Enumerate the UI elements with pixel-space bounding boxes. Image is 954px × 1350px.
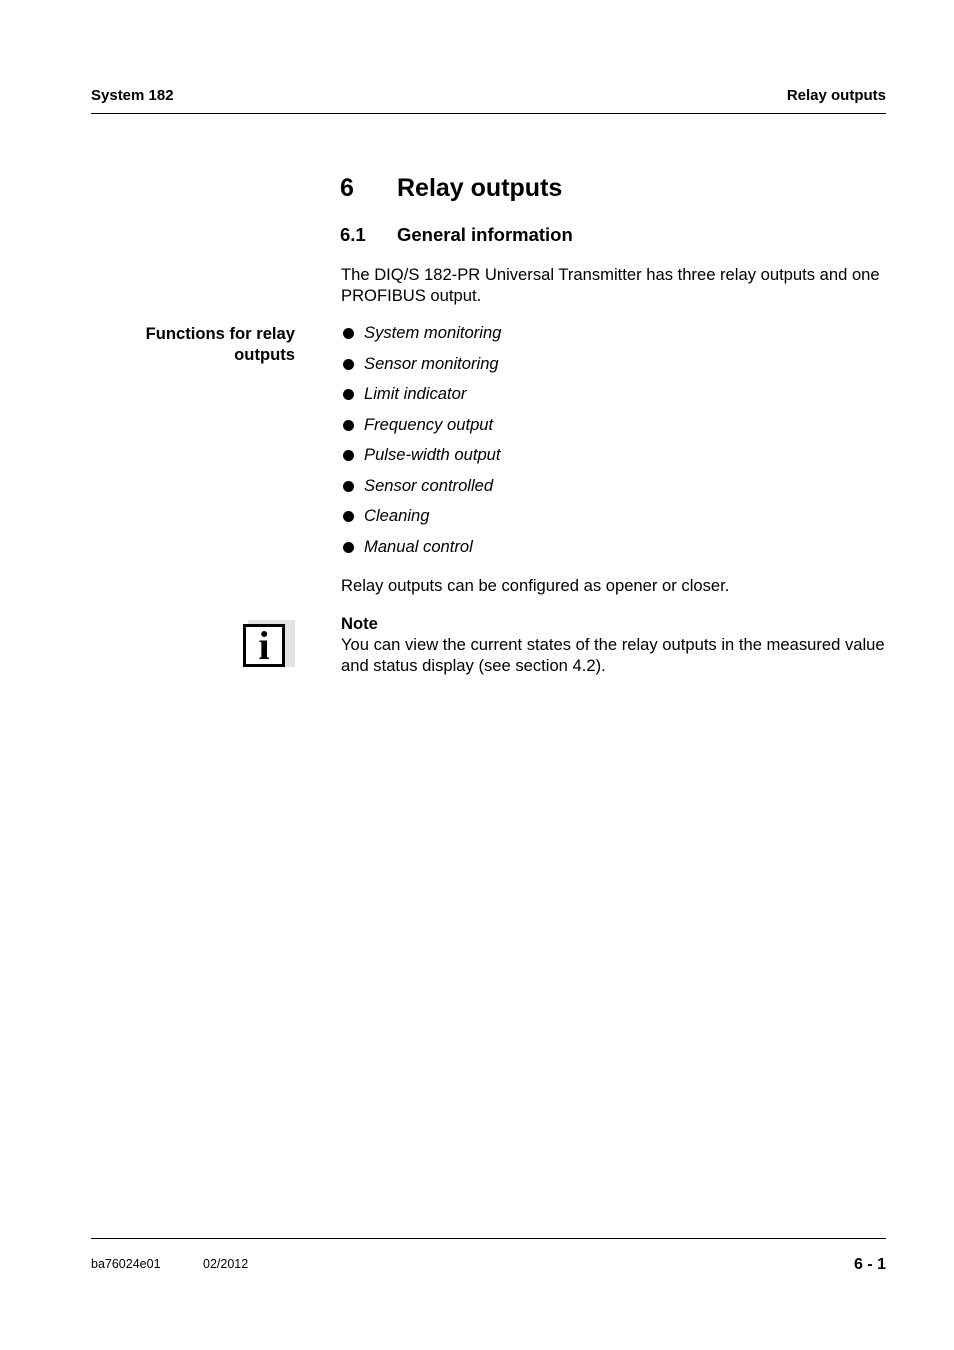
section-number: 6.1 [340,224,366,245]
bullet-icon [343,511,354,522]
intro-paragraph: The DIQ/S 182-PR Universal Transmitter h… [341,265,880,305]
footer-document-code: ba76024e01 [91,1257,161,1271]
bullet-icon [343,419,354,431]
list-item-text: Sensor controlled [364,475,494,495]
functions-margin-label: Functions for relay outputs [145,324,295,364]
list-item-text: Manual control [364,536,473,556]
list-item: Frequency output [341,414,501,445]
bullet-icon [343,450,354,461]
list-item-text: Sensor monitoring [364,353,499,373]
info-icon-glyph: i [243,624,285,667]
list-item-text: System monitoring [364,323,502,342]
footer-date: 02/2012 [203,1257,249,1271]
list-item-text: Pulse-width output [364,445,501,464]
bullet-icon [343,328,354,339]
closing-paragraph: Relay outputs can be configured as opene… [341,576,730,595]
footer-page-number: 6 - 1 [853,1256,886,1273]
note-title: Note [341,614,378,633]
chapter-heading: 6 Relay outputs [340,174,562,203]
chapter-title: Relay outputs [397,174,563,202]
bullet-icon [343,389,354,400]
section-heading: 6.1 General information [340,224,573,246]
list-item: Sensor monitoring [341,353,501,384]
header-chapter-title: Relay outputs [786,87,886,104]
list-item: System monitoring [341,322,501,353]
header-divider [91,113,886,114]
note-body: You can view the current states of the r… [341,635,885,675]
list-item-text: Cleaning [364,506,430,525]
bullet-icon [343,541,354,553]
list-item: Manual control [341,536,501,567]
list-item: Limit indicator [341,383,501,414]
chapter-number: 6 [340,174,354,202]
functions-list: System monitoring Sensor monitoring Limi… [341,322,501,566]
bullet-icon [343,358,354,370]
list-item: Sensor controlled [341,475,501,506]
info-icon: i [243,620,295,672]
bullet-icon [343,480,354,492]
list-item-text: Limit indicator [364,384,467,403]
list-item-text: Frequency output [364,414,494,434]
header-document-title: System 182 [91,87,174,104]
section-title: General information [397,224,573,245]
footer-divider [91,1238,886,1239]
list-item: Pulse-width output [341,444,501,475]
list-item: Cleaning [341,505,501,536]
